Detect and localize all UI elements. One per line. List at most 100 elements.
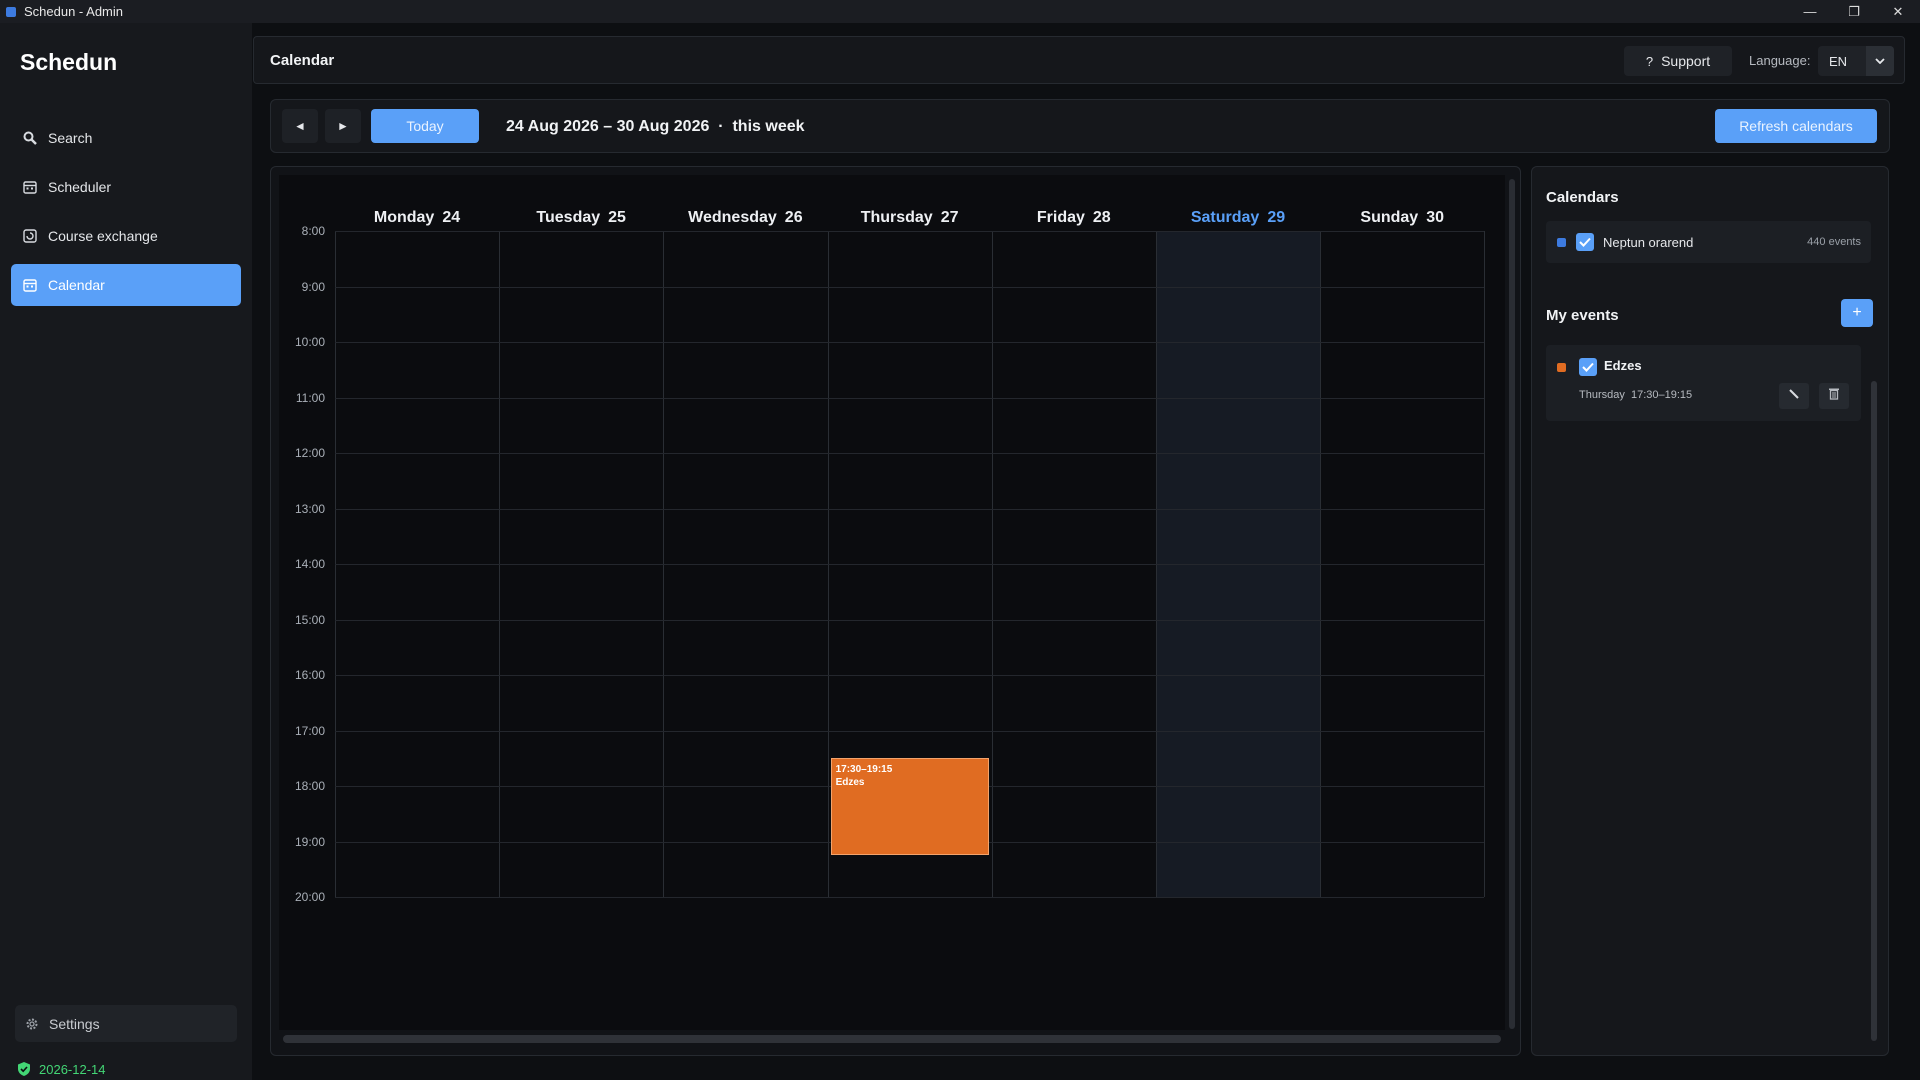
day-name: Monday [373,209,435,226]
pencil-icon [1788,387,1800,405]
calendar-event[interactable]: 17:30–19:15 Edzes [830,758,989,856]
search-icon [22,130,38,146]
app-brand: Schedun [20,49,118,75]
support-button[interactable]: ? Support [1624,46,1732,76]
prev-week-button[interactable]: ◄ [282,109,318,143]
page-title: Calendar [270,52,335,69]
calendar-panel: Monday 24 Tuesday 25 Wednesday 26 Thursday 27 Fr… [270,166,1521,1056]
hour-label: 20:00 [294,890,325,904]
shield-check-icon [17,1061,31,1077]
settings-label: Settings [49,1015,100,1032]
day-header: Saturday 29 [1156,209,1320,227]
date-range: 24 Aug 2026 – 30 Aug 2026 · this week [506,118,805,135]
hour-gridline [335,675,1484,676]
day-date: 25 [608,209,626,226]
license-status: 2026-12-14 [17,1061,106,1077]
calendars-title: Calendars [1546,189,1619,206]
event-name: Edzes [1604,358,1642,373]
day-header: Wednesday 26 [663,209,827,227]
day-name: Wednesday [688,209,777,226]
today-button[interactable]: Today [371,109,479,143]
day-header: Tuesday 25 [499,209,663,227]
vertical-scrollbar[interactable] [1509,179,1515,1029]
question-icon: ? [1645,53,1654,69]
support-label: Support [1661,53,1711,69]
side-panel: Calendars Neptun orarend 440 events My e… [1531,166,1889,1056]
hour-label: 16:00 [294,668,325,682]
add-event-button[interactable]: + [1841,299,1873,327]
day-name: Sunday [1360,209,1419,226]
chevron-down-icon[interactable] [1866,46,1894,76]
hour-label: 17:00 [294,723,325,738]
event-color-dot [1557,363,1566,372]
hour-gridline [335,897,1484,898]
delete-event-button[interactable] [1819,383,1849,409]
hour-label: 9:00 [301,279,325,294]
sidebar-item-search[interactable]: Search [11,117,241,159]
event-toggle-checkbox[interactable] [1579,358,1597,376]
sidebar-item-course-exchange[interactable]: Course exchange [11,215,241,257]
hour-gridline [335,342,1484,343]
grid-column-divider [1484,231,1486,897]
sidebar-item-label: Calendar [48,277,105,293]
hour-gridline [335,231,1484,232]
day-date: 24 [442,209,461,226]
license-date: 2026-12-14 [39,1061,106,1077]
sidebar-item-label: Course exchange [48,228,158,244]
hour-gridline [335,564,1484,565]
my-events-title: My events [1546,307,1619,324]
calendar-name: Neptun orarend [1603,235,1694,250]
sidebar: Schedun Search Scheduler Course exchange… [0,23,252,1080]
language-label: Language: [1749,53,1811,68]
refresh-calendars-button[interactable]: Refresh calendars [1715,109,1877,143]
day-name: Saturday [1190,209,1260,226]
calendar-toolbar: ◄ ► Today 24 Aug 2026 – 30 Aug 2026 · th… [270,99,1890,153]
sidebar-item-calendar[interactable]: Calendar [11,264,241,306]
gear-icon [25,1017,39,1031]
minimize-button[interactable]: — [1788,0,1832,23]
hour-label: 8:00 [301,224,325,238]
page-header: Calendar ? Support Language: EN [253,36,1905,84]
day-date: 30 [1426,209,1444,226]
hour-gridline [335,286,1484,288]
week-grid[interactable]: Monday 24 Tuesday 25 Wednesday 26 Thursday 27 Fr… [279,175,1505,1030]
event-title: Edzes [835,777,865,789]
sidebar-item-scheduler[interactable]: Scheduler [11,166,241,208]
day-date: 26 [784,209,803,226]
hour-gridline [335,508,1484,510]
calendar-toggle-checkbox[interactable] [1576,233,1594,251]
day-date: 28 [1092,209,1111,226]
sidebar-nav: Search Scheduler Course exchange Calenda… [11,117,241,313]
day-header: Thursday 27 [828,209,992,227]
close-button[interactable]: ✕ [1876,0,1920,23]
window-title: Schedun - Admin [24,4,124,19]
event-time-label: 17:30–19:15 [835,764,893,776]
side-scrollbar[interactable] [1871,381,1877,1041]
app-icon [6,6,16,17]
hour-label: 11:00 [295,390,325,405]
next-week-button[interactable]: ► [325,109,361,143]
calendar-source-row[interactable]: Neptun orarend 440 events [1546,221,1871,263]
day-date: 27 [940,209,959,226]
calendar-color-dot [1557,238,1566,247]
my-event-card[interactable]: Edzes Thursday 17:30–19:15 [1546,345,1861,421]
settings-button[interactable]: Settings [15,1005,237,1042]
hour-label: 14:00 [294,557,325,571]
restore-button[interactable]: ❐ [1832,0,1876,23]
trash-icon [1828,387,1840,405]
calendar-icon [22,277,38,293]
hour-label: 15:00 [294,612,325,627]
hour-gridline [335,730,1484,732]
hour-label: 18:00 [294,779,325,793]
language-select[interactable]: EN [1818,46,1894,76]
hour-label: 12:00 [294,446,325,460]
day-name: Thursday [860,209,933,226]
sidebar-item-label: Scheduler [48,179,112,195]
edit-event-button[interactable] [1779,383,1809,409]
day-header: Monday 24 [335,209,499,227]
sidebar-item-label: Search [48,130,93,146]
hour-label: 19:00 [294,834,325,849]
calendar-event-count: 440 events [1807,236,1861,248]
horizontal-scrollbar[interactable] [283,1035,1501,1043]
hour-gridline [335,453,1484,454]
